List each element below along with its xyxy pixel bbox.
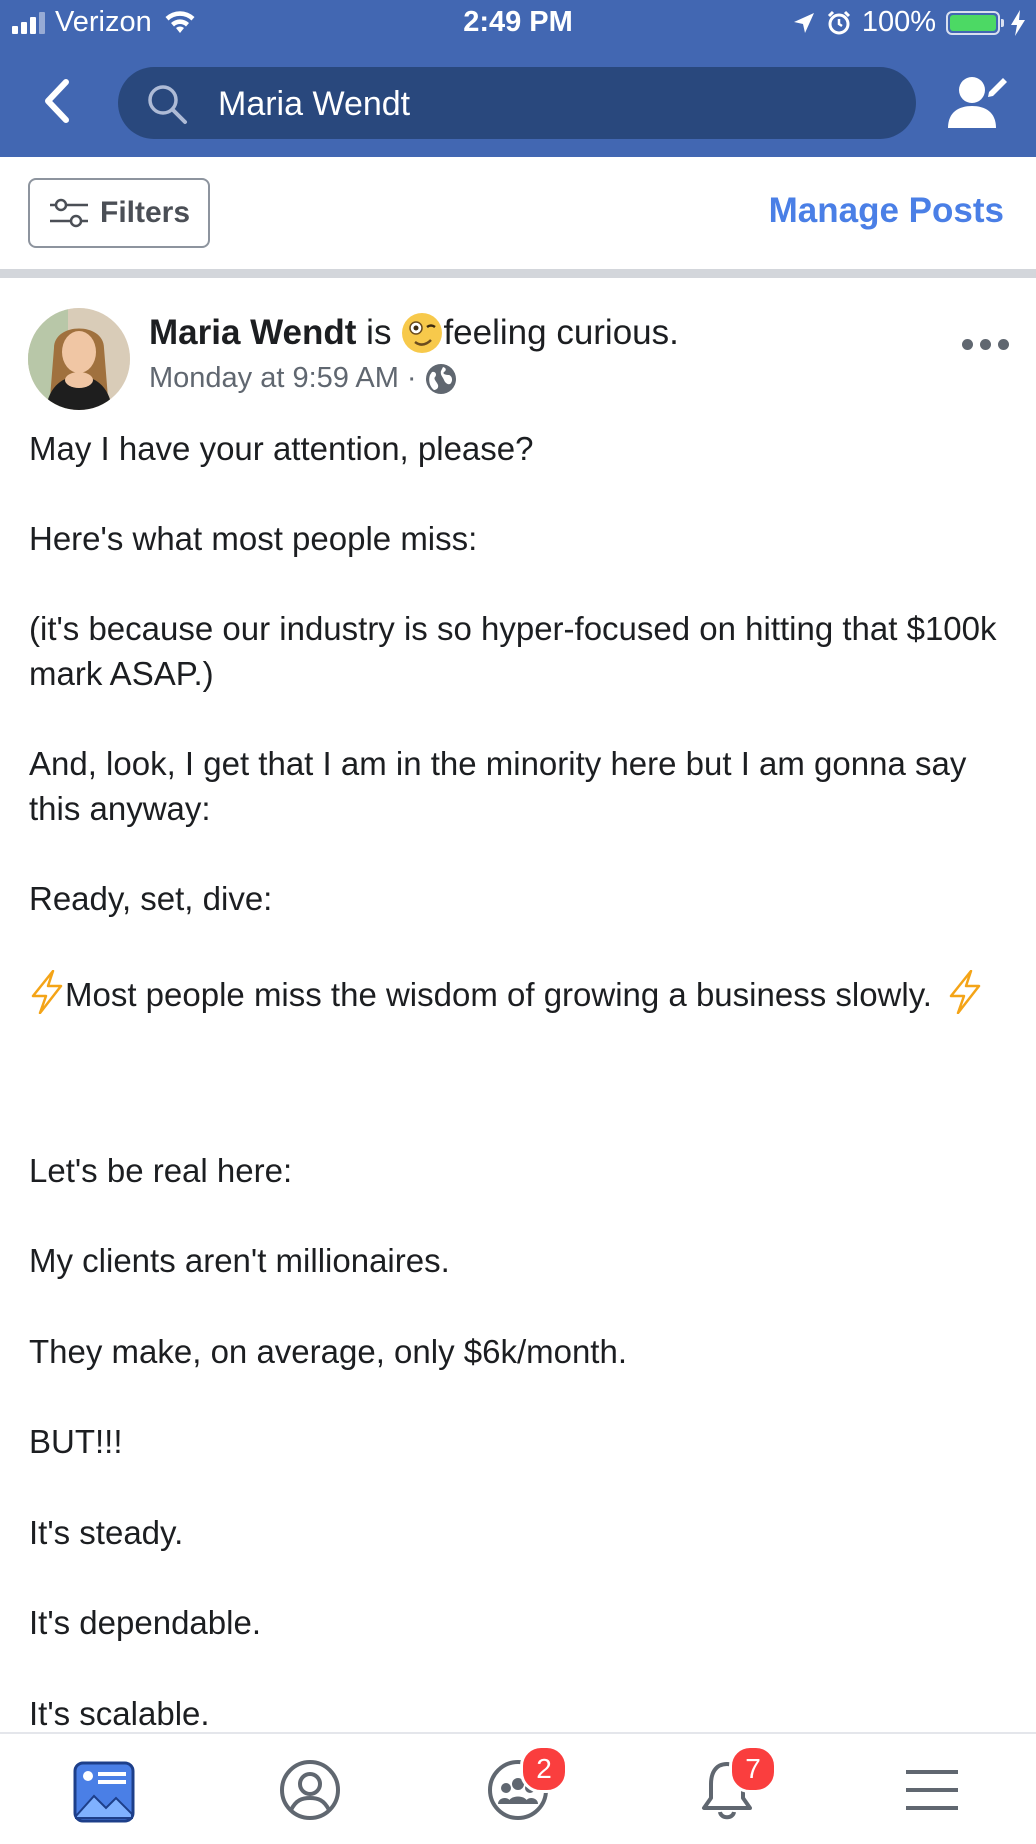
- post-paragraph: It's steady.: [29, 1514, 184, 1551]
- alarm-icon: [827, 10, 850, 34]
- avatar-photo: [28, 308, 130, 410]
- feeling-text: feeling curious.: [443, 313, 679, 352]
- post-paragraph: Let's be real here:: [29, 1152, 293, 1189]
- post-paragraph: May I have your attention, please?: [29, 430, 534, 467]
- news-feed-icon[interactable]: [72, 1760, 136, 1824]
- groups-badge: 2: [520, 1745, 568, 1793]
- edit-profile-icon[interactable]: [945, 72, 1007, 134]
- post-paragraph: (it's because our industry is so hyper-f…: [29, 610, 997, 692]
- post-paragraph: It's dependable.: [29, 1604, 261, 1641]
- chevron-left-icon[interactable]: [38, 76, 78, 126]
- more-options-icon[interactable]: [962, 336, 1012, 352]
- search-input[interactable]: Maria Wendt: [218, 85, 410, 124]
- avatar[interactable]: [28, 308, 130, 410]
- post-timestamp[interactable]: Monday at 9:59 AM: [149, 362, 399, 395]
- section-divider: [0, 269, 1036, 278]
- lightning-bolt-icon: [949, 970, 981, 1014]
- post-meta: Monday at 9:59 AM ·: [149, 362, 457, 395]
- activity-verb: is: [366, 313, 392, 352]
- author-name[interactable]: Maria Wendt: [149, 313, 356, 353]
- menu-icon[interactable]: [900, 1758, 964, 1822]
- filters-icon: [50, 198, 88, 228]
- status-bar: Verizon 2:49 PM 100%: [0, 0, 1036, 46]
- location-arrow-icon: [793, 12, 814, 33]
- post-paragraph: They make, on average, only $6k/month.: [29, 1333, 627, 1370]
- post-paragraph: And, look, I get that I am in the minori…: [29, 745, 967, 827]
- battery-icon: [946, 10, 1004, 35]
- bottom-tab-bar: 2 7: [0, 1732, 1036, 1844]
- battery-percent: 100%: [861, 6, 936, 38]
- post-paragraph: My clients aren't millionaires.: [29, 1242, 450, 1279]
- manage-posts-link[interactable]: Manage Posts: [769, 191, 1004, 231]
- post-paragraph: It's scalable.: [29, 1695, 210, 1732]
- highlight-text: Most people miss the wisdom of growing a…: [65, 976, 932, 1013]
- curious-emoji-icon: [402, 313, 443, 353]
- search-bar[interactable]: Maria Wendt: [118, 67, 916, 139]
- lightning-bolt-icon: [31, 970, 63, 1014]
- post-paragraph: Ready, set, dive:: [29, 880, 273, 917]
- charging-bolt-icon: [1011, 9, 1025, 36]
- post-paragraph: Here's what most people miss:: [29, 520, 478, 557]
- filters-button[interactable]: Filters: [28, 178, 210, 248]
- post-paragraph-highlight: Most people miss the wisdom of growing a…: [29, 966, 1019, 1024]
- post-paragraph: BUT!!!: [29, 1423, 123, 1460]
- filter-bar: Filters Manage Posts: [0, 157, 1036, 269]
- notifications-badge: 7: [729, 1745, 777, 1793]
- search-icon: [148, 85, 187, 124]
- profile-icon[interactable]: [278, 1758, 342, 1822]
- globe-icon: [425, 363, 456, 394]
- app-header: Verizon 2:49 PM 100% Maria Wendt: [0, 0, 1036, 157]
- filters-label: Filters: [100, 196, 191, 229]
- meta-separator: ·: [406, 362, 417, 394]
- post-header: Maria Wendt is feeling curious.: [149, 312, 679, 354]
- status-right: 100%: [792, 6, 1026, 39]
